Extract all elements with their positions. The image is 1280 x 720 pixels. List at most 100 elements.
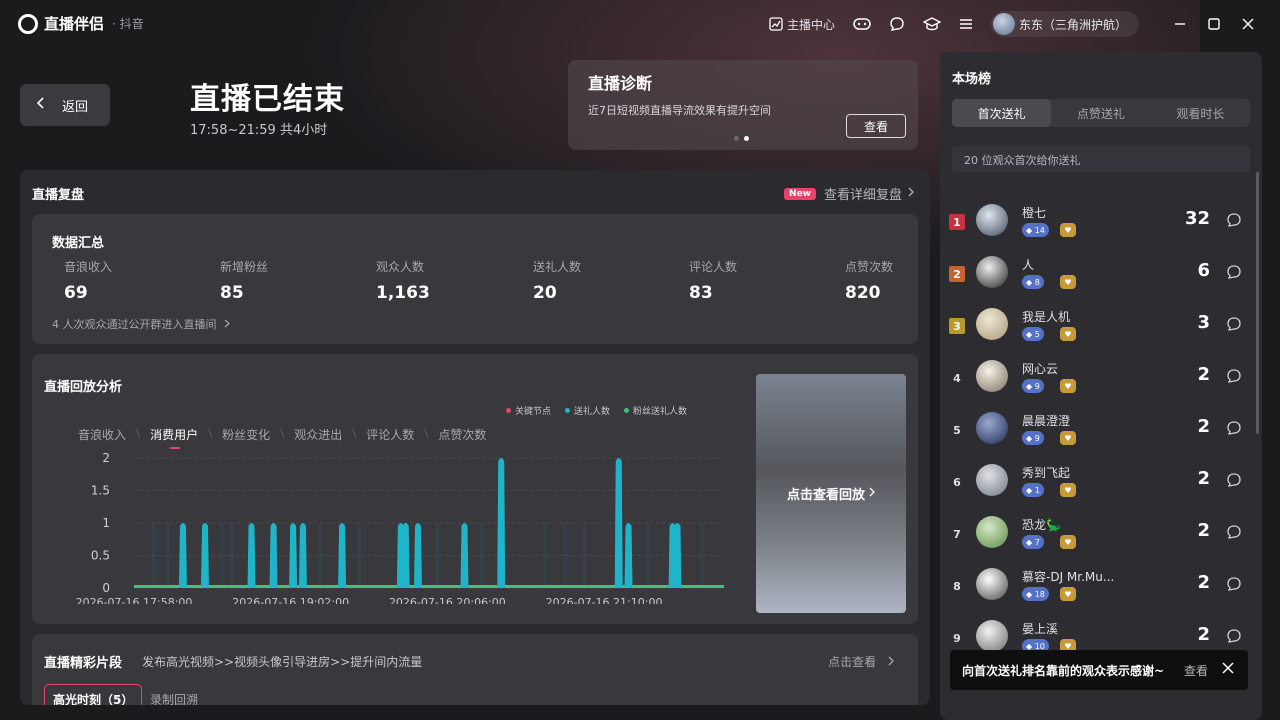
comment-icon[interactable] — [1226, 368, 1242, 388]
user-profile[interactable]: 东东（三角洲护航） — [990, 11, 1139, 37]
fan-badge-icon: ♥ — [1060, 223, 1076, 237]
chart-icon — [769, 17, 783, 31]
ranking-row[interactable]: 5 晨晨澄澄 ◆ 9 ♥ 2 — [940, 406, 1250, 458]
game-button[interactable] — [853, 17, 871, 31]
rank-number: 4 — [953, 371, 961, 385]
gift-spike — [401, 523, 410, 588]
ranking-scrollbar[interactable] — [1256, 172, 1259, 434]
stat-item: 音浪收入 69 — [64, 258, 184, 303]
level-value: 9 — [1034, 381, 1040, 391]
fan-badge-icon: ♥ — [1060, 587, 1076, 601]
diagnosis-view-button[interactable]: 查看 — [846, 114, 906, 138]
chevron-right-icon — [869, 486, 875, 501]
gift-spike — [614, 458, 623, 588]
avatar — [976, 308, 1008, 340]
tab-comments[interactable]: 评论人数 — [366, 426, 414, 443]
ranking-row[interactable]: 7 恐龙🦕 ◆ 7 ♥ 2 — [940, 510, 1250, 562]
diagnosis-card: 直播诊断 近7日短视频直播导流效果有提升空间 查看 — [568, 60, 918, 150]
faint-bar — [357, 523, 362, 588]
menu-button[interactable] — [959, 18, 973, 30]
close-button[interactable] — [1231, 7, 1265, 41]
gift-chart[interactable]: 2 1.5 1 0.5 02026-07-16 17:58:00 2026-07-16 1… — [32, 444, 742, 604]
comment-icon[interactable] — [1226, 316, 1242, 336]
ranking-row[interactable]: 8 慕容-DJ Mr.Mu... ◆ 18 ♥ 2 — [940, 562, 1250, 614]
academy-button[interactable] — [922, 16, 941, 32]
level-value: 14 — [1034, 225, 1045, 235]
chart-legend: 关键节点 送礼人数 粉丝送礼人数 — [506, 404, 701, 417]
rank-number: 3 — [949, 318, 965, 334]
carousel-dots[interactable] — [734, 136, 754, 141]
toast-close-icon[interactable] — [1222, 662, 1234, 677]
x-tick-label: 2026-07-16 21:10:00 — [546, 596, 663, 604]
x-tick-label: 2026-07-16 20:06:00 — [389, 596, 506, 604]
tab-watch-time[interactable]: 观看时长 — [1151, 99, 1250, 127]
gift-spike — [673, 523, 682, 588]
comment-icon[interactable] — [1226, 472, 1242, 492]
gift-spike — [200, 523, 209, 588]
rank-number: 6 — [953, 475, 961, 489]
viewer-name: 我是人机 — [1022, 310, 1071, 324]
maximize-icon — [1208, 15, 1220, 34]
ranking-row[interactable]: 6 秀到飞起 ◆ 1 ♥ 2 — [940, 458, 1250, 510]
gift-count: 2 — [1197, 416, 1210, 437]
new-badge: New — [784, 187, 816, 200]
viewer-name: 人 — [1022, 258, 1035, 272]
fan-badge-icon: ♥ — [1060, 379, 1076, 393]
minimize-button[interactable] — [1163, 7, 1197, 41]
level-value: 7 — [1034, 537, 1040, 547]
comment-icon[interactable] — [1226, 264, 1242, 284]
comment-icon[interactable] — [1226, 524, 1242, 544]
gift-spike — [460, 523, 469, 588]
x-tick-label: 2026-07-16 17:58:00 — [76, 596, 193, 604]
comment-icon[interactable] — [1226, 212, 1242, 232]
tab-first-gift[interactable]: 首次送礼 — [952, 99, 1052, 127]
ranking-panel: 本场榜 首次送礼 点赞送礼 观看时长 20 位观众首次给你送礼 1 橙七 ◆ 14 ♥… — [940, 52, 1262, 720]
replay-thumbnail[interactable]: 点击查看回放 — [756, 374, 906, 613]
detail-review-label: 查看详细复盘 — [823, 188, 902, 203]
ranking-row[interactable]: 2 人 ◆ 8 ♥ 6 — [940, 250, 1250, 302]
stat-item: 点赞次数 820 — [845, 258, 930, 303]
carousel-dot-active[interactable] — [744, 136, 749, 141]
viewer-name: 橙七 — [1022, 206, 1047, 220]
legend-dot — [624, 408, 630, 413]
gift-count: 2 — [1197, 624, 1210, 645]
chevron-left-icon — [36, 97, 46, 113]
legend-item: 送礼人数 — [565, 404, 610, 417]
carousel-dot[interactable] — [734, 136, 739, 141]
maximize-button[interactable] — [1197, 7, 1231, 41]
tab-recording-rewind[interactable]: 录制回溯 — [150, 691, 198, 705]
fan-badge-icon: ♥ — [1060, 535, 1076, 549]
tab-highlight-moments[interactable]: 高光时刻（5） — [44, 684, 143, 705]
tab-revenue[interactable]: 音浪收入 — [78, 426, 126, 443]
message-button[interactable] — [889, 16, 905, 32]
chat-bubble-icon — [889, 16, 905, 32]
toast-view-button[interactable]: 查看 — [1184, 662, 1208, 679]
rank-number: 5 — [953, 423, 961, 437]
tab-likes[interactable]: 点赞次数 — [438, 426, 486, 443]
back-button[interactable]: 返回 — [20, 84, 110, 126]
host-center-button[interactable]: 主播中心 — [769, 16, 835, 33]
ranking-row[interactable]: 4 网心云 ◆ 9 ♥ 2 — [940, 354, 1250, 406]
avatar — [976, 516, 1008, 548]
highlights-link[interactable]: 点击查看 — [828, 653, 894, 670]
comment-icon[interactable] — [1226, 420, 1242, 440]
rank-number: 9 — [953, 631, 961, 645]
tab-paying-users[interactable]: 消费用户 — [150, 426, 198, 449]
comment-icon[interactable] — [1226, 576, 1242, 596]
stat-item: 观众人数 1,163 — [376, 258, 496, 303]
tab-fans[interactable]: 粉丝变化 — [222, 426, 270, 443]
legend-item: 关键节点 — [506, 404, 551, 417]
viewer-name: 晨晨澄澄 — [1022, 414, 1071, 428]
ranking-row[interactable]: 1 橙七 ◆ 14 ♥ 32 — [940, 198, 1250, 250]
ranking-row[interactable]: 3 我是人机 ◆ 5 ♥ 3 — [940, 302, 1250, 354]
public-group-note[interactable]: 4 人次观众通过公开群进入直播间 — [52, 316, 230, 332]
stat-item: 评论人数 83 — [689, 258, 809, 303]
tab-audience-flow[interactable]: 观众进出 — [294, 426, 342, 443]
detail-review-link[interactable]: New 查看详细复盘 — [784, 184, 914, 203]
legend-dot — [565, 408, 571, 413]
comment-icon[interactable] — [1226, 628, 1242, 648]
avatar — [976, 464, 1008, 496]
public-group-note-text: 4 人次观众通过公开群进入直播间 — [52, 318, 217, 331]
legend-label: 关键节点 — [515, 407, 552, 417]
tab-like-gift[interactable]: 点赞送礼 — [1051, 99, 1150, 127]
